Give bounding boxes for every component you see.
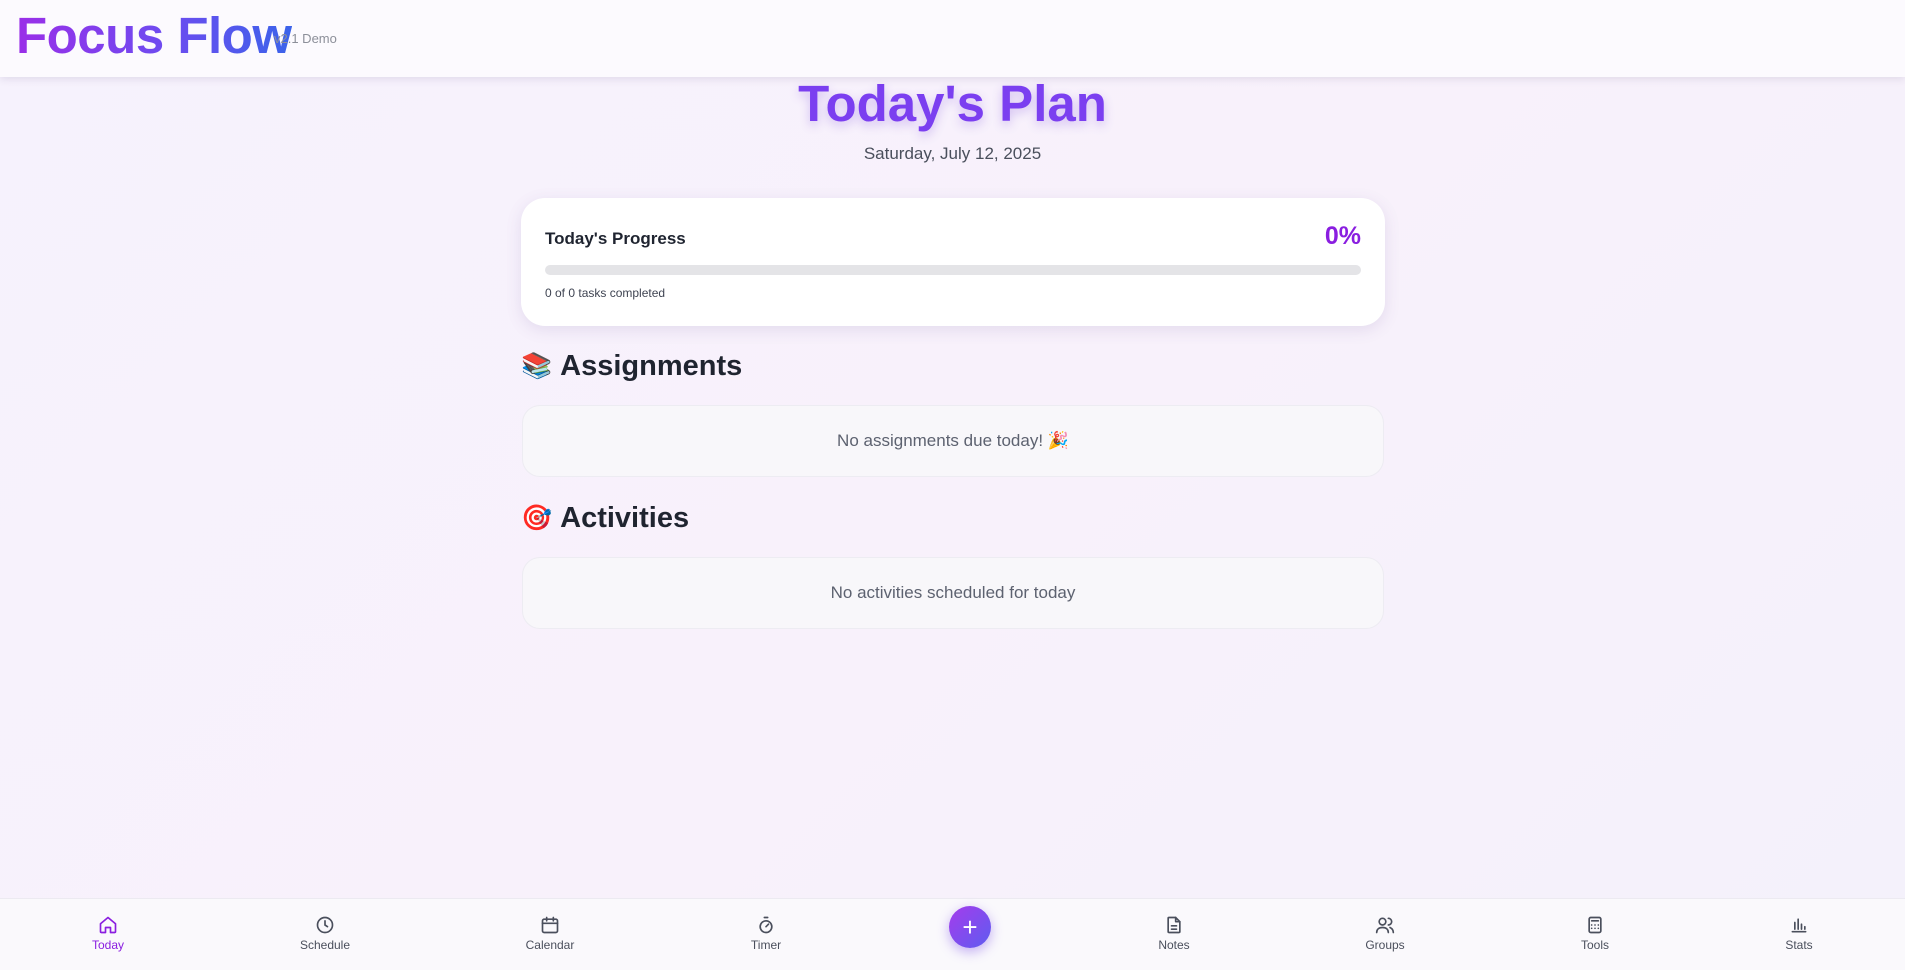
nav-notes[interactable]: Notes	[1119, 909, 1229, 963]
assignments-heading-label: Assignments	[560, 350, 743, 382]
nav-timer[interactable]: Timer	[711, 909, 821, 963]
nav-timer-label: Timer	[750, 938, 782, 952]
progress-bar	[545, 265, 1361, 275]
activities-empty-state: No activities scheduled for today	[522, 557, 1384, 629]
top-bar: Focus Flow v2.1 Demo	[0, 0, 1905, 77]
nav-calendar[interactable]: Calendar	[495, 909, 605, 963]
target-icon: 🎯	[521, 504, 553, 532]
progress-card: Today's Progress 0% 0 of 0 tasks complet…	[521, 198, 1385, 326]
calculator-icon	[1588, 916, 1602, 934]
add-button[interactable]: +	[949, 906, 991, 948]
home-icon	[99, 916, 117, 934]
clock-icon	[316, 916, 334, 934]
stopwatch-icon	[759, 916, 773, 934]
app-logo[interactable]: Focus Flow	[16, 6, 292, 66]
assignments-heading: 📚 Assignments	[521, 350, 742, 383]
calendar-icon	[541, 916, 559, 934]
nav-today[interactable]: Today	[53, 909, 163, 963]
assignments-empty-state: No assignments due today! 🎉	[522, 405, 1384, 477]
bar-chart-icon	[1791, 918, 1807, 933]
nav-groups[interactable]: Groups	[1330, 909, 1440, 963]
assignments-empty-text: No assignments due today! 🎉	[837, 431, 1069, 450]
document-icon	[1167, 916, 1181, 934]
nav-tools-label: Tools	[1580, 938, 1609, 952]
nav-groups-label: Groups	[1365, 938, 1405, 952]
nav-stats[interactable]: Stats	[1744, 909, 1854, 963]
page-title: Today's Plan	[798, 75, 1107, 132]
progress-percent: 0%	[1324, 222, 1361, 250]
version-label: v2.1 Demo	[274, 31, 337, 46]
page-date: Saturday, July 12, 2025	[863, 144, 1042, 163]
nav-calendar-label: Calendar	[525, 938, 575, 952]
activities-heading: 🎯 Activities	[521, 502, 689, 535]
activities-heading-label: Activities	[560, 502, 690, 534]
nav-notes-label: Notes	[1158, 938, 1190, 952]
progress-label: Today's Progress	[545, 229, 686, 248]
progress-caption: 0 of 0 tasks completed	[545, 286, 666, 300]
nav-stats-label: Stats	[1785, 938, 1813, 952]
nav-today-label: Today	[91, 938, 125, 952]
plus-icon: +	[962, 912, 978, 942]
nav-schedule-label: Schedule	[299, 938, 351, 952]
nav-tools[interactable]: Tools	[1540, 909, 1650, 963]
nav-schedule[interactable]: Schedule	[270, 909, 380, 963]
activities-empty-text: No activities scheduled for today	[830, 583, 1076, 602]
books-icon: 📚	[521, 352, 553, 380]
users-icon	[1375, 917, 1395, 934]
